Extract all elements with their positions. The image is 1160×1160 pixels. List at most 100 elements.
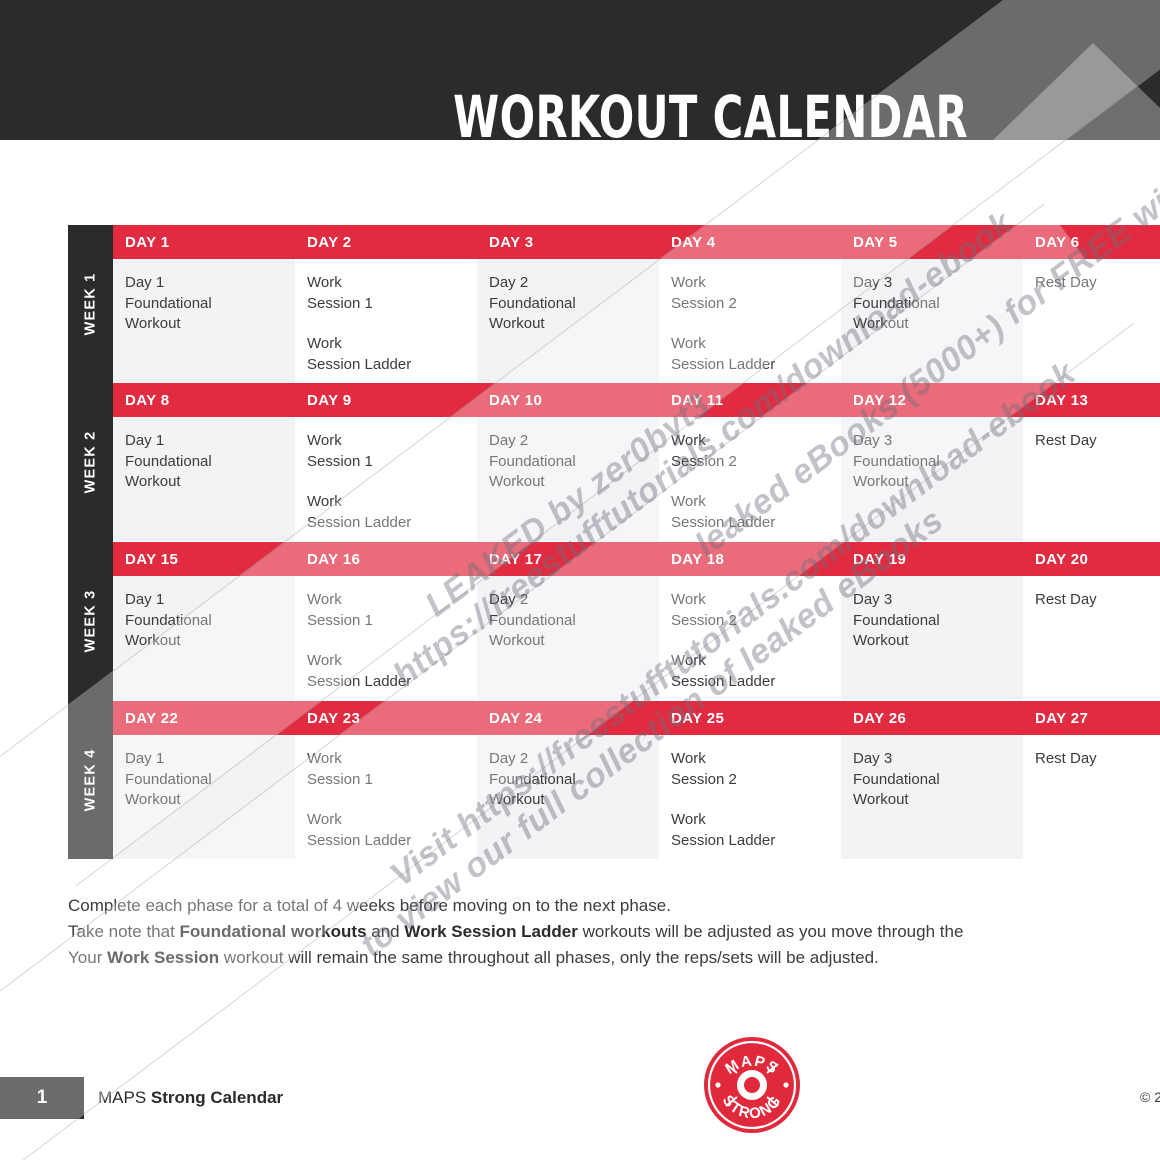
day-cell[interactable]: Day 1 Foundational Workout [113, 259, 295, 383]
day-cell[interactable]: Rest Day [1023, 735, 1160, 859]
day-cell[interactable]: Day 3 Foundational Workout [841, 259, 1023, 383]
page-number: 1 [36, 1087, 48, 1108]
day-header[interactable]: DAY 15 [113, 542, 295, 576]
day-header[interactable]: DAY 13 [1023, 383, 1160, 417]
page-number-box: 1 [0, 1077, 84, 1119]
day-cell[interactable]: Day 3 Foundational Workout [841, 576, 1023, 700]
day-header[interactable]: DAY 16 [295, 542, 477, 576]
day-body-row-2: Day 1 Foundational Workout Work Session … [113, 417, 1160, 541]
day-cell[interactable]: Day 2 Foundational Workout [477, 576, 659, 700]
note-line-2-bold-ladder: Work Session Ladder [404, 922, 578, 941]
day-cell[interactable]: Work Session 1 Work Session Ladder [295, 576, 477, 700]
day-cell-primary: Work Session 2 [671, 591, 737, 629]
week-label-2: WEEK 2 [68, 383, 113, 541]
day-cell-primary: Work Session 2 [671, 750, 737, 788]
maps-strong-logo: MAPS STRONG [702, 1035, 802, 1135]
day-cell[interactable]: Rest Day [1023, 417, 1160, 541]
day-cell[interactable]: Day 1 Foundational Workout [113, 576, 295, 700]
day-header-row-1: DAY 1 DAY 2 DAY 3 DAY 4 DAY 5 DAY 6 [113, 225, 1160, 259]
day-header[interactable]: DAY 22 [113, 701, 295, 735]
day-header[interactable]: DAY 26 [841, 701, 1023, 735]
day-cell-primary: Day 3 Foundational Workout [853, 750, 940, 808]
day-header-row-4: DAY 22 DAY 23 DAY 24 DAY 25 DAY 26 DAY 2… [113, 701, 1160, 735]
day-cell[interactable]: Rest Day [1023, 259, 1160, 383]
day-cell-primary: Day 3 Foundational Workout [853, 591, 940, 649]
day-cell[interactable]: Day 3 Foundational Workout [841, 735, 1023, 859]
day-cell[interactable]: Work Session 1 Work Session Ladder [295, 259, 477, 383]
day-header[interactable]: DAY 1 [113, 225, 295, 259]
day-cell[interactable]: Day 2 Foundational Workout [477, 259, 659, 383]
day-cell-secondary: Work Session Ladder [671, 335, 776, 373]
day-header[interactable]: DAY 2 [295, 225, 477, 259]
day-cell[interactable]: Work Session 2 Work Session Ladder [659, 735, 841, 859]
week-rows: DAY 1 DAY 2 DAY 3 DAY 4 DAY 5 DAY 6 Day … [113, 225, 1160, 859]
day-cell-secondary: Work Session Ladder [671, 811, 776, 849]
day-cell-secondary: Work Session Ladder [307, 335, 412, 373]
week-label-2-text: WEEK 2 [82, 430, 99, 494]
day-cell[interactable]: Work Session 1 Work Session Ladder [295, 417, 477, 541]
day-cell-primary: Work Session 1 [307, 591, 373, 629]
day-cell[interactable]: Work Session 1 Work Session Ladder [295, 735, 477, 859]
week-label-3-text: WEEK 3 [82, 589, 99, 653]
week-label-3: WEEK 3 [68, 542, 113, 700]
day-cell-primary: Day 1 Foundational Workout [125, 274, 212, 332]
week-label-1: WEEK 1 [68, 225, 113, 383]
day-header[interactable]: DAY 6 [1023, 225, 1160, 259]
day-header[interactable]: DAY 5 [841, 225, 1023, 259]
note-line-3-part-a: Your [68, 948, 108, 967]
week-label-4-text: WEEK 4 [82, 748, 99, 812]
cell-spacer [307, 472, 465, 492]
day-cell[interactable]: Day 1 Foundational Workout [113, 417, 295, 541]
day-header[interactable]: DAY 19 [841, 542, 1023, 576]
logo-plate-hole [744, 1077, 760, 1093]
footer-label-plain: MAPS [98, 1088, 151, 1107]
note-line-2-part-e: workouts will be adjusted as you move th… [577, 922, 964, 941]
logo-dot-right [783, 1082, 789, 1088]
note-line-2-part-a: Take note that [68, 922, 180, 941]
note-line-3-part-c: workout will remain the same throughout … [219, 948, 879, 967]
week-row-4: DAY 22 DAY 23 DAY 24 DAY 25 DAY 26 DAY 2… [113, 701, 1160, 859]
day-header[interactable]: DAY 3 [477, 225, 659, 259]
day-header[interactable]: DAY 11 [659, 383, 841, 417]
day-header[interactable]: DAY 4 [659, 225, 841, 259]
day-header[interactable]: DAY 12 [841, 383, 1023, 417]
note-line-2-bold-foundational: Foundational workouts [179, 922, 367, 941]
day-header[interactable]: DAY 20 [1023, 542, 1160, 576]
day-header[interactable]: DAY 27 [1023, 701, 1160, 735]
note-line-2-part-c: and [366, 922, 405, 941]
week-row-2: DAY 8 DAY 9 DAY 10 DAY 11 DAY 12 DAY 13 … [113, 383, 1160, 541]
day-cell[interactable]: Day 2 Foundational Workout [477, 417, 659, 541]
note-line-2: Take note that Foundational workouts and… [68, 919, 1160, 945]
day-cell[interactable]: Day 1 Foundational Workout [113, 735, 295, 859]
cell-spacer [671, 314, 829, 334]
day-cell-primary: Work Session 2 [671, 274, 737, 312]
day-cell-primary: Work Session 1 [307, 750, 373, 788]
cell-spacer [671, 790, 829, 810]
day-header[interactable]: DAY 24 [477, 701, 659, 735]
day-header[interactable]: DAY 18 [659, 542, 841, 576]
day-header[interactable]: DAY 8 [113, 383, 295, 417]
maps-strong-logo-svg: MAPS STRONG [704, 1037, 800, 1133]
day-cell[interactable]: Work Session 2 Work Session Ladder [659, 576, 841, 700]
day-cell[interactable]: Work Session 2 Work Session Ladder [659, 259, 841, 383]
day-cell-primary: Day 3 Foundational Workout [853, 432, 940, 490]
day-header[interactable]: DAY 25 [659, 701, 841, 735]
day-cell-primary: Rest Day [1035, 750, 1097, 767]
day-header[interactable]: DAY 17 [477, 542, 659, 576]
day-cell-primary: Rest Day [1035, 591, 1097, 608]
day-header[interactable]: DAY 10 [477, 383, 659, 417]
cell-spacer [671, 472, 829, 492]
day-cell[interactable]: Day 2 Foundational Workout [477, 735, 659, 859]
day-cell-primary: Work Session 1 [307, 274, 373, 312]
day-header[interactable]: DAY 9 [295, 383, 477, 417]
day-cell[interactable]: Day 3 Foundational Workout [841, 417, 1023, 541]
day-header-row-2: DAY 8 DAY 9 DAY 10 DAY 11 DAY 12 DAY 13 [113, 383, 1160, 417]
day-cell[interactable]: Work Session 2 Work Session Ladder [659, 417, 841, 541]
day-cell-primary: Day 2 Foundational Workout [489, 591, 576, 649]
footer-label-bold: Strong Calendar [150, 1088, 284, 1107]
day-header-row-3: DAY 15 DAY 16 DAY 17 DAY 18 DAY 19 DAY 2… [113, 542, 1160, 576]
day-header[interactable]: DAY 23 [295, 701, 477, 735]
day-cell[interactable]: Rest Day [1023, 576, 1160, 700]
note-line-1: Complete each phase for a total of 4 wee… [68, 896, 671, 915]
cell-spacer [307, 790, 465, 810]
